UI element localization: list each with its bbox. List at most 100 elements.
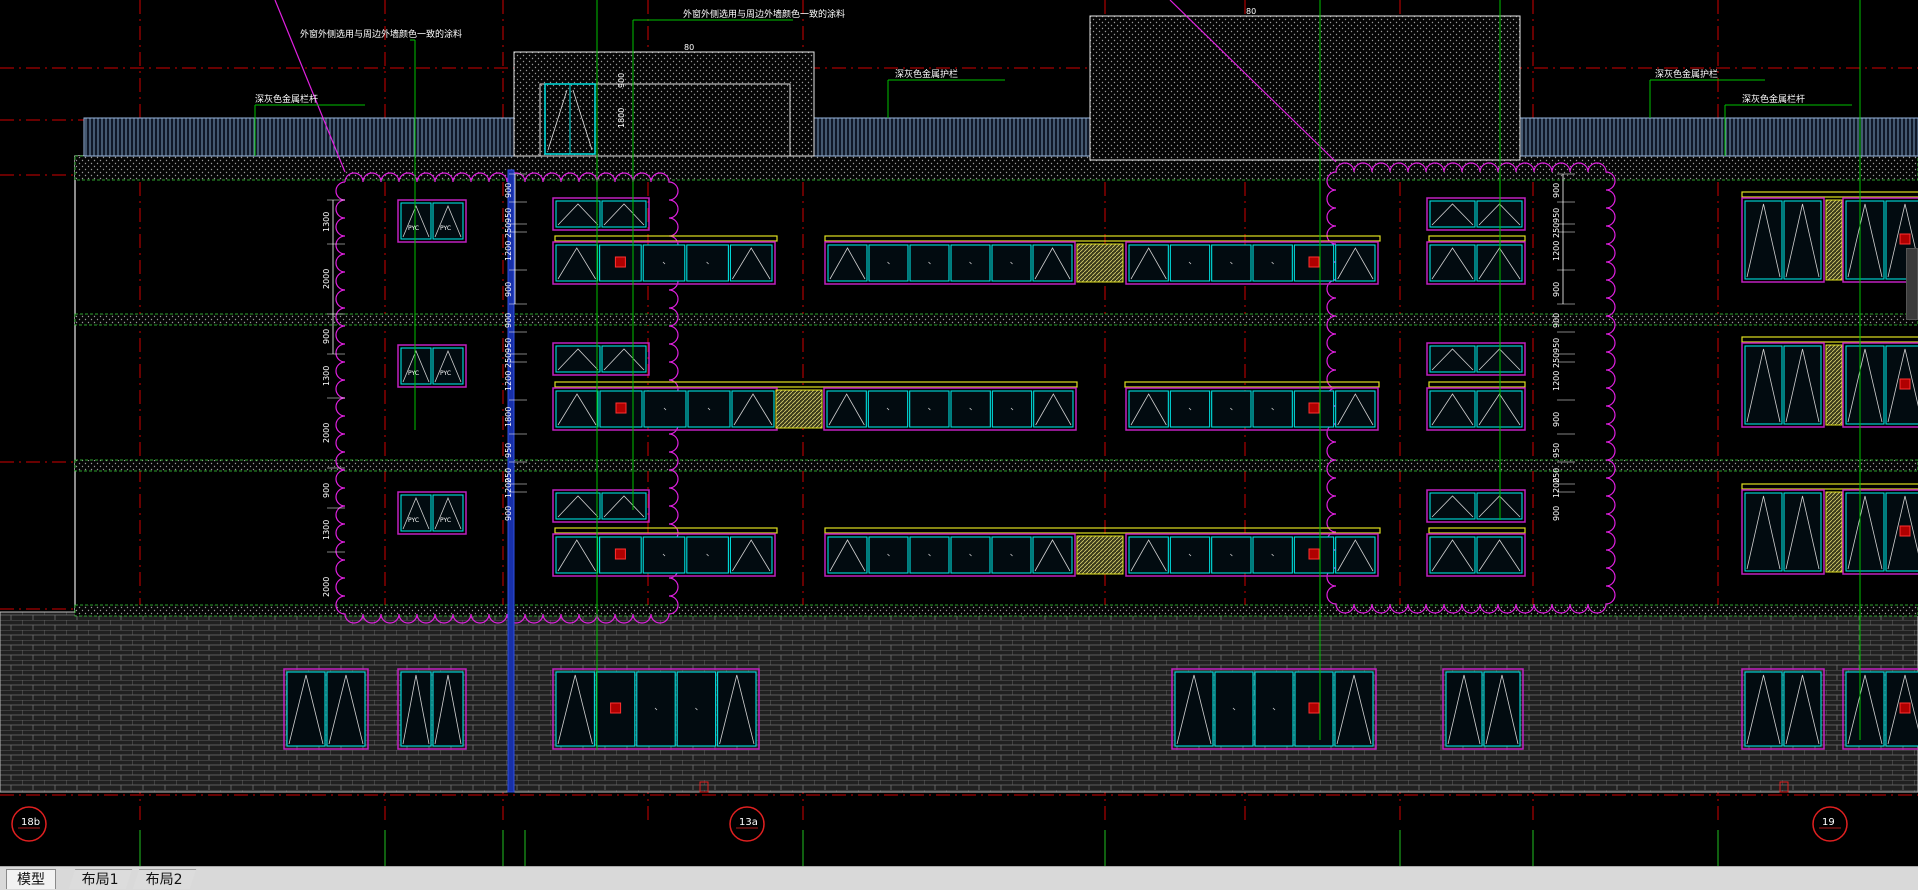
window-pane	[601, 345, 647, 373]
fire-rescue-window-icon	[614, 256, 626, 268]
window-pane	[555, 244, 599, 282]
dim-chain-left-label: 900	[322, 483, 331, 498]
floor-band	[74, 604, 1918, 617]
window-pane	[1744, 345, 1783, 425]
window-soffit	[824, 527, 1381, 534]
window-pane	[326, 671, 366, 747]
dim-chain-right-label: 950	[1552, 443, 1561, 458]
callout-text: 外窗外侧选用与周边外墙颜色一致的涂料	[300, 28, 462, 40]
window-pane	[1445, 671, 1483, 747]
hatched-panel	[775, 389, 823, 429]
dim-chain-left-label: 2000	[322, 577, 331, 597]
dim-chain-left-label: 1300	[322, 520, 331, 540]
parapet-dim: 1800	[617, 108, 626, 128]
roof-stair-tower	[513, 51, 815, 157]
fire-rescue-window-icon	[1899, 233, 1911, 245]
window-soffit	[1741, 191, 1918, 198]
window-pane	[400, 347, 432, 385]
window-type-label: PYC	[408, 517, 419, 524]
window-soffit	[1741, 483, 1918, 490]
tab-model[interactable]: 模型	[6, 869, 56, 889]
dim-chain-right-label: 250	[1552, 223, 1561, 238]
window-soffit	[554, 235, 778, 242]
dim-chain-right-label: 1200	[1552, 241, 1561, 261]
fire-rescue-window-icon	[614, 548, 626, 560]
window-type-label: PYC	[408, 225, 419, 232]
dim-chain-left-label: 900	[322, 329, 331, 344]
window-type-label: PYC	[440, 370, 451, 377]
callout-text: 深灰色金属栏杆	[255, 93, 318, 105]
window-pane	[601, 200, 647, 228]
window-pane	[432, 494, 464, 532]
dim-chain-mid-label: 950	[504, 443, 513, 458]
window-pane	[1335, 390, 1376, 428]
dim-chain-mid-label: 900	[504, 183, 513, 198]
window-pane	[1483, 671, 1521, 747]
window-pane	[717, 671, 757, 747]
window-pane	[601, 492, 647, 520]
window-pane	[432, 347, 464, 385]
window-pane	[555, 492, 601, 520]
tab-layout-2-label: 布局2	[145, 872, 183, 888]
callout-text: 深灰色金属护栏	[1655, 68, 1718, 80]
window-soffit	[1741, 336, 1918, 343]
fire-rescue-window-icon	[1308, 402, 1320, 414]
window-pane	[400, 671, 432, 747]
window-pane	[555, 671, 595, 747]
window-pane	[1783, 671, 1822, 747]
window-pane	[555, 390, 599, 428]
dim-chain-right-label: 900	[1552, 412, 1561, 427]
callout-text: 外窗外侧选用与周边外墙颜色一致的涂料	[683, 8, 845, 20]
dim-chain-right-label: 900	[1552, 183, 1561, 198]
fire-rescue-window-icon	[1308, 256, 1320, 268]
elevation-drawing: 外窗外侧选用与周边外墙颜色一致的涂料外窗外侧选用与周边外墙颜色一致的涂料深灰色金…	[0, 0, 1918, 866]
tab-layout-2[interactable]: 布局2	[132, 869, 197, 889]
dim-chain-mid-label: 950	[504, 208, 513, 223]
window-pane	[731, 390, 775, 428]
window-pane	[1429, 390, 1476, 428]
callout-text: 深灰色金属护栏	[895, 68, 958, 80]
window-type-label: PYC	[440, 517, 451, 524]
window-pane	[1845, 492, 1885, 572]
window-pane	[827, 244, 868, 282]
window-pane	[1429, 200, 1476, 228]
window-pane	[1744, 671, 1783, 747]
window-pane	[1032, 244, 1073, 282]
layout-tab-bar: 模型 布局1 布局2	[0, 866, 1918, 890]
window-pane	[400, 494, 432, 532]
dim-chain-right-label: 950	[1552, 208, 1561, 223]
dim-chain-mid-label: 1200	[504, 241, 513, 261]
window-pane	[1128, 536, 1169, 574]
fire-rescue-window-icon	[1308, 548, 1320, 560]
window-pane	[1335, 536, 1376, 574]
window-type-label: PYC	[440, 225, 451, 232]
parapet-dim: 80	[1246, 7, 1256, 16]
parapet-railing	[1519, 117, 1918, 157]
window-pane	[1429, 345, 1476, 373]
callout-text: 深灰色金属栏杆	[1742, 93, 1805, 105]
viewport-scroll-handle[interactable]	[1906, 248, 1918, 320]
window-pane	[1032, 536, 1073, 574]
dim-chain-left-label: 1300	[322, 212, 331, 232]
dim-chain-left-label: 2000	[322, 269, 331, 289]
window-pane	[286, 671, 326, 747]
dim-chain-mid-label: 950	[504, 338, 513, 353]
window-pane	[826, 390, 867, 428]
window-pane	[555, 200, 601, 228]
window-pane	[1744, 492, 1783, 572]
dim-chain-right-label: 1200	[1552, 371, 1561, 391]
window-pane	[555, 536, 599, 574]
tab-layout-1[interactable]: 布局1	[68, 869, 133, 889]
window-pane	[1783, 492, 1822, 572]
dim-chain-mid-label: 900	[504, 282, 513, 297]
dim-chain-left-label: 2000	[322, 423, 331, 443]
dim-chain-right-label: 900	[1552, 282, 1561, 297]
hatched-panel	[1076, 243, 1124, 283]
window-soffit	[824, 235, 1381, 242]
window-pane	[1845, 345, 1885, 425]
window-pane	[1033, 390, 1074, 428]
floor-band	[74, 155, 1918, 181]
drawing-canvas[interactable]: 外窗外侧选用与周边外墙颜色一致的涂料 外窗外侧选用与周边外墙颜色一致的涂料 深灰色金…	[0, 0, 1918, 866]
fire-rescue-window-icon	[1899, 378, 1911, 390]
window-pane	[1783, 345, 1822, 425]
